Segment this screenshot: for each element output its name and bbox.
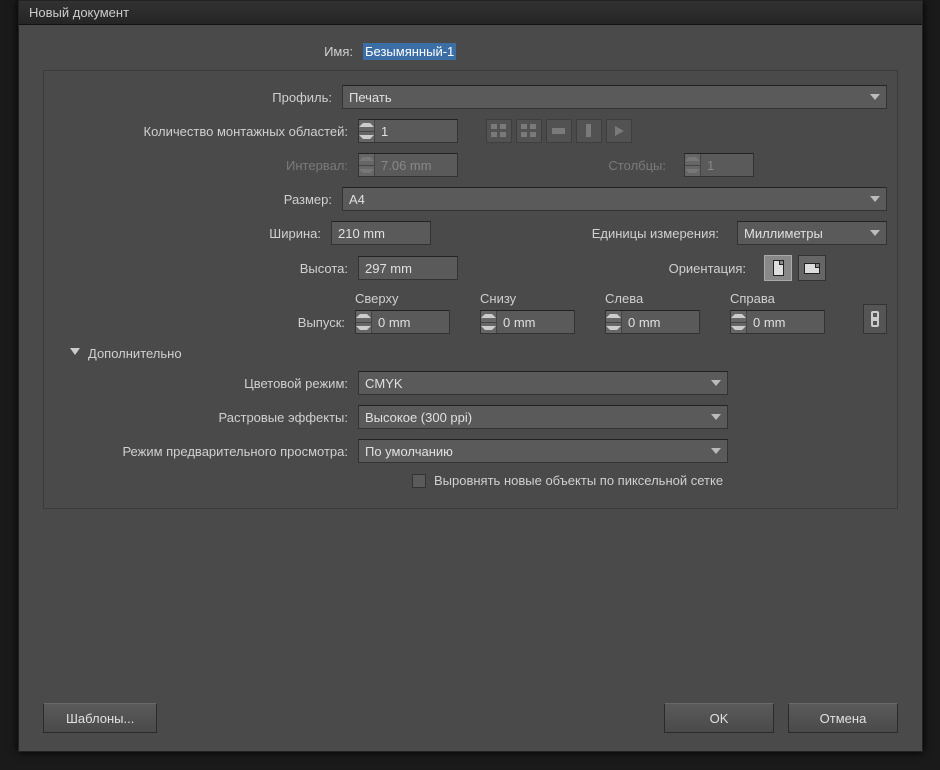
color-mode-label: Цветовой режим: bbox=[54, 376, 358, 391]
columns-value: 1 bbox=[701, 156, 753, 175]
artboards-label: Количество монтажных областей: bbox=[54, 124, 358, 139]
profile-value: Печать bbox=[349, 90, 392, 105]
chevron-down-icon bbox=[711, 448, 721, 454]
chevron-down-icon bbox=[711, 414, 721, 420]
chevron-down-icon bbox=[870, 196, 880, 202]
advanced-label: Дополнительно bbox=[88, 346, 182, 361]
units-select[interactable]: Миллиметры bbox=[737, 221, 887, 245]
preview-mode-label: Режим предварительного просмотра: bbox=[54, 444, 358, 459]
spinner-buttons[interactable] bbox=[359, 120, 375, 142]
artboards-value: 1 bbox=[375, 122, 457, 141]
size-select[interactable]: A4 bbox=[342, 187, 887, 211]
bleed-label: Выпуск: bbox=[54, 315, 355, 334]
chevron-down-icon bbox=[870, 94, 880, 100]
arrange-column-icon[interactable] bbox=[576, 119, 602, 143]
arrange-rtl-icon[interactable] bbox=[606, 119, 632, 143]
arrange-row-icon[interactable] bbox=[546, 119, 572, 143]
name-label: Имя: bbox=[43, 44, 363, 59]
templates-button[interactable]: Шаблоны... bbox=[43, 703, 157, 733]
main-settings-group: Профиль: Печать Количество монтажных обл… bbox=[43, 70, 898, 509]
raster-value: Высокое (300 ppi) bbox=[365, 410, 472, 425]
chevron-down-icon bbox=[711, 380, 721, 386]
units-value: Миллиметры bbox=[744, 226, 823, 241]
raster-effects-label: Растровые эффекты: bbox=[54, 410, 358, 425]
bleed-right-spinner[interactable]: 0 mm bbox=[730, 310, 825, 334]
preview-mode-select[interactable]: По умолчанию bbox=[358, 439, 728, 463]
spacing-value: 7.06 mm bbox=[375, 156, 457, 175]
orientation-landscape-button[interactable] bbox=[798, 255, 826, 281]
dialog-content: Имя: Безымянный-1 Профиль: Печать Количе… bbox=[19, 25, 922, 527]
color-mode-value: CMYK bbox=[365, 376, 403, 391]
orientation-label: Ориентация: bbox=[506, 261, 756, 276]
grid-by-column-icon[interactable] bbox=[516, 119, 542, 143]
ok-button[interactable]: OK bbox=[664, 703, 774, 733]
columns-spinner: 1 bbox=[684, 153, 754, 177]
align-pixel-grid-checkbox[interactable] bbox=[412, 474, 426, 488]
color-mode-select[interactable]: CMYK bbox=[358, 371, 728, 395]
dialog-title: Новый документ bbox=[29, 5, 129, 20]
bleed-left-label: Слева bbox=[605, 291, 643, 306]
spacing-label: Интервал: bbox=[54, 158, 358, 173]
orientation-portrait-button[interactable] bbox=[764, 255, 792, 281]
advanced-toggle[interactable]: Дополнительно bbox=[70, 346, 887, 361]
size-label: Размер: bbox=[54, 192, 342, 207]
dialog-button-bar: Шаблоны... OK Отмена bbox=[43, 703, 898, 733]
units-label: Единицы измерения: bbox=[479, 226, 729, 241]
bleed-bottom-label: Снизу bbox=[480, 291, 516, 306]
chevron-down-icon bbox=[70, 348, 80, 360]
height-label: Высота: bbox=[54, 261, 358, 276]
spacing-spinner: 7.06 mm bbox=[358, 153, 458, 177]
artboards-spinner[interactable]: 1 bbox=[358, 119, 458, 143]
name-input[interactable]: Безымянный-1 bbox=[363, 43, 456, 60]
height-input[interactable] bbox=[358, 256, 458, 280]
cancel-button[interactable]: Отмена bbox=[788, 703, 898, 733]
align-pixel-grid-label: Выровнять новые объекты по пиксельной се… bbox=[434, 473, 723, 488]
link-bleed-button[interactable] bbox=[863, 304, 887, 334]
preview-value: По умолчанию bbox=[365, 444, 453, 459]
size-value: A4 bbox=[349, 192, 365, 207]
bleed-bottom-spinner[interactable]: 0 mm bbox=[480, 310, 575, 334]
bleed-left-spinner[interactable]: 0 mm bbox=[605, 310, 700, 334]
profile-label: Профиль: bbox=[54, 90, 342, 105]
name-value-selected: Безымянный-1 bbox=[363, 43, 456, 60]
width-label: Ширина: bbox=[54, 226, 331, 241]
bleed-top-label: Сверху bbox=[355, 291, 398, 306]
artboard-arrangement-icons bbox=[486, 119, 632, 143]
chevron-down-icon bbox=[870, 230, 880, 236]
width-input[interactable] bbox=[331, 221, 431, 245]
columns-label: Столбцы: bbox=[466, 158, 676, 173]
new-document-dialog: Новый документ Имя: Безымянный-1 Профиль… bbox=[18, 0, 923, 752]
bleed-top-spinner[interactable]: 0 mm bbox=[355, 310, 450, 334]
grid-by-row-icon[interactable] bbox=[486, 119, 512, 143]
dialog-titlebar[interactable]: Новый документ bbox=[19, 1, 922, 25]
raster-effects-select[interactable]: Высокое (300 ppi) bbox=[358, 405, 728, 429]
profile-select[interactable]: Печать bbox=[342, 85, 887, 109]
bleed-right-label: Справа bbox=[730, 291, 775, 306]
